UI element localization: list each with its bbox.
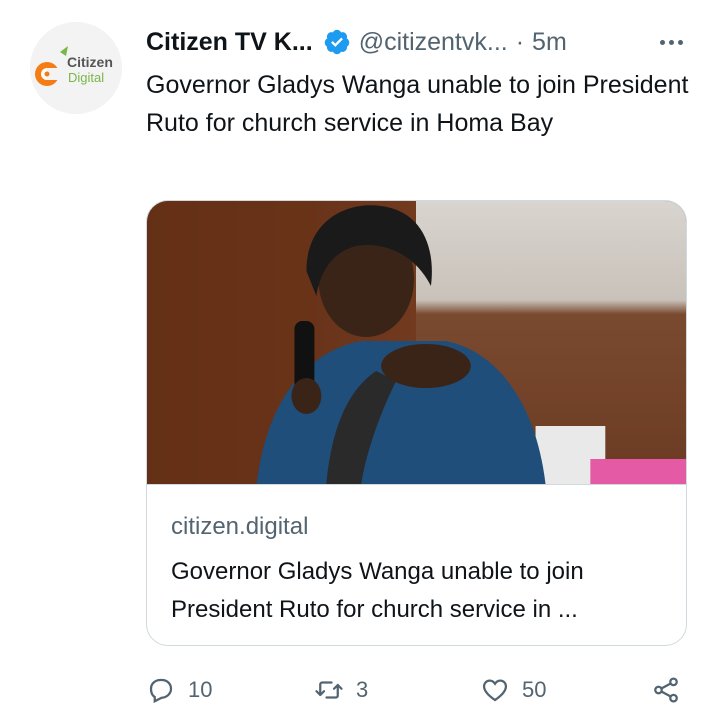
- link-card[interactable]: citizen.digital Governor Gladys Wanga un…: [146, 200, 687, 646]
- avatar[interactable]: Citizen Digital: [30, 22, 122, 114]
- card-title[interactable]: Governor Gladys Wanga unable to join Pre…: [171, 553, 662, 629]
- retweet-icon: [315, 681, 343, 699]
- card-photo: [147, 201, 686, 485]
- tweet-text: Governor Gladys Wanga unable to join Pre…: [146, 71, 689, 137]
- reply-count: 10: [188, 677, 213, 702]
- reply-icon: [149, 678, 173, 704]
- handle[interactable]: @citizentvk...: [359, 28, 508, 57]
- retweet-button[interactable]: 3: [314, 672, 368, 708]
- timestamp[interactable]: 5m: [532, 28, 567, 57]
- svg-text:Digital: Digital: [68, 70, 104, 85]
- citizen-digital-logo-icon: Citizen Digital: [30, 22, 122, 114]
- display-name[interactable]: Citizen TV K...: [146, 28, 313, 57]
- card-domain[interactable]: citizen.digital: [171, 511, 662, 543]
- separator-dot: ·: [515, 27, 525, 56]
- heart-icon: [482, 679, 508, 702]
- svg-text:Citizen: Citizen: [67, 54, 113, 70]
- more-options-icon[interactable]: [660, 22, 683, 62]
- share-icon: [654, 677, 678, 703]
- tweet-header: Citizen TV K... @citizentvk... · 5m: [146, 22, 693, 62]
- retweet-count: 3: [356, 677, 369, 702]
- like-button[interactable]: 50: [480, 672, 546, 708]
- card-body: citizen.digital Governor Gladys Wanga un…: [171, 511, 662, 629]
- share-button[interactable]: [651, 672, 681, 708]
- reply-button[interactable]: 10: [146, 672, 212, 708]
- verified-badge-icon: [324, 29, 349, 55]
- tweet-actions: 10 3 50: [146, 672, 691, 708]
- like-count: 50: [522, 677, 547, 702]
